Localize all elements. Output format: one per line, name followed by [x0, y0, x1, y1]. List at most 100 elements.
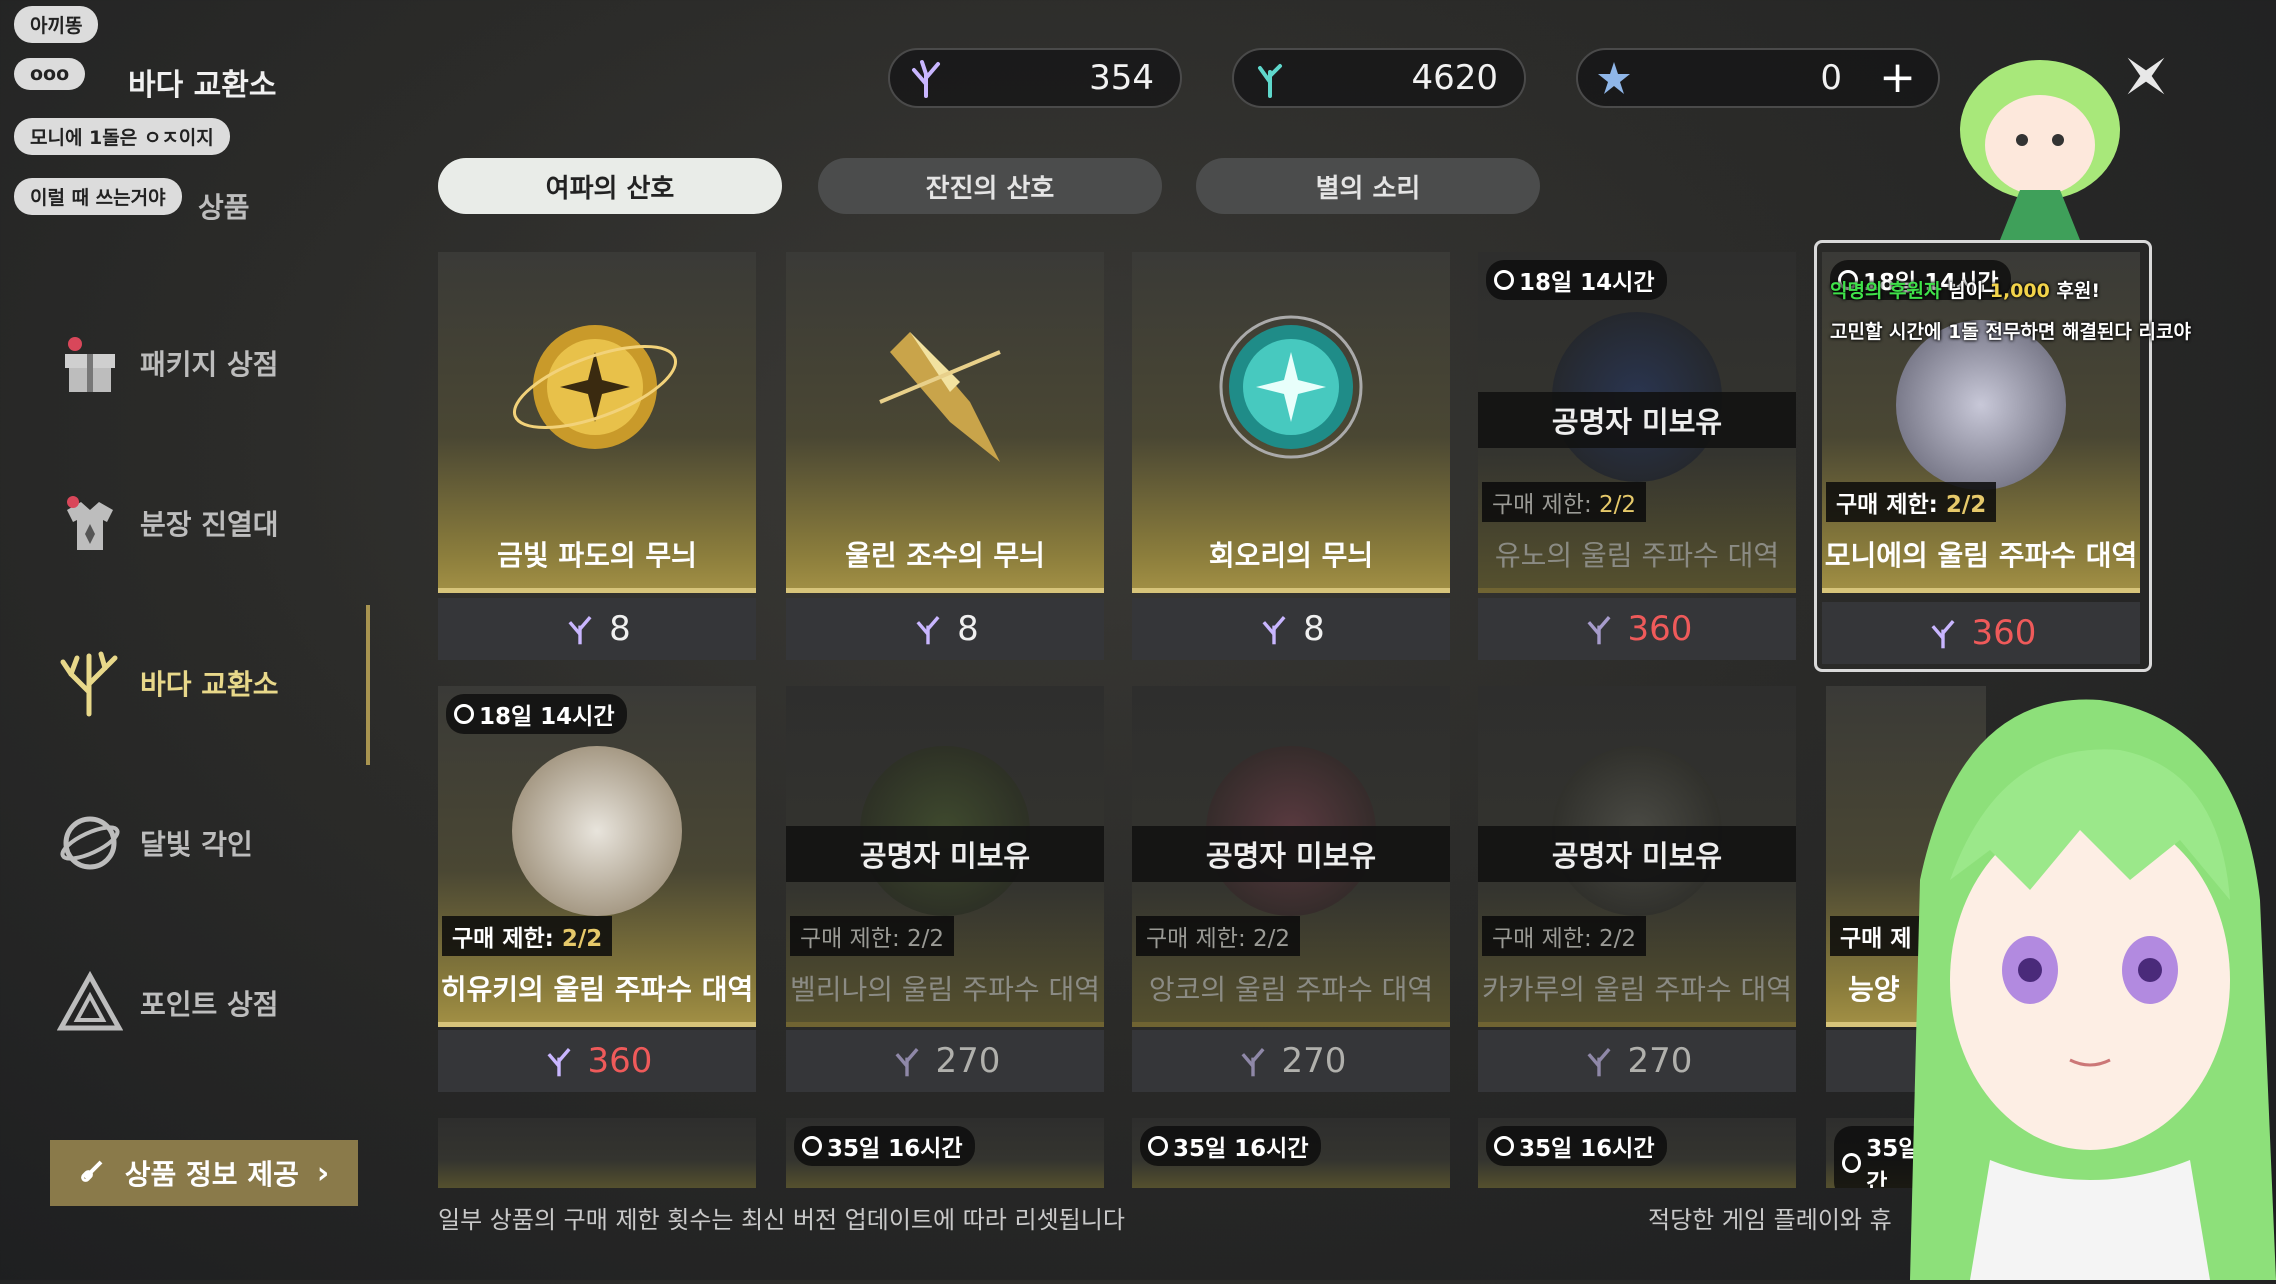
shop-item-card[interactable] — [438, 1118, 756, 1188]
clock-icon — [1148, 1136, 1168, 1156]
currency-value: 4620 — [1411, 58, 1498, 98]
triangle-icon — [50, 963, 130, 1043]
active-indicator — [366, 605, 370, 765]
timer-badge: 35일 16시간 — [1486, 1126, 1667, 1166]
clock-icon — [1842, 1153, 1862, 1173]
dagger-icon — [879, 332, 1001, 462]
shop-item-card[interactable]: 18일 14시간 공명자 미보유 구매 제한: 2/2 유노의 울림 주파수 대… — [1478, 252, 1796, 593]
coral-currency-icon — [568, 615, 592, 645]
timer-badge: 18일 14시간 — [1486, 260, 1667, 300]
donation-alert: 익명의 후원자 님이 1,000 후원! 고민할 시간에 1돌 전무하면 해결된… — [1830, 280, 2191, 343]
purchase-limit: 구매 제한: 2/2 — [1482, 482, 1647, 522]
currency-value: 0 — [1820, 58, 1842, 98]
clock-icon — [1494, 1136, 1514, 1156]
item-name: 앙코의 울림 주파수 대역 — [1148, 973, 1434, 1006]
product-info-label: 상품 정보 제공 — [124, 1158, 299, 1191]
vtuber-avatar — [1880, 680, 2276, 1280]
sidebar-item-label: 분장 진열대 — [140, 508, 279, 541]
price-tag: 360 — [1478, 598, 1796, 660]
coral-currency-icon — [547, 1047, 571, 1077]
timer-badge: 35일 16시간 — [794, 1126, 975, 1166]
sidebar-item-point-shop[interactable]: 포인트 상점 — [50, 958, 350, 1048]
coral-currency-icon — [916, 615, 940, 645]
shop-item-card[interactable]: 공명자 미보유 구매 제한: 2/2 카카루의 울림 주파수 대역 — [1478, 686, 1796, 1027]
outfit-icon — [50, 483, 130, 563]
currency-value: 354 — [1089, 58, 1154, 98]
shop-item-card[interactable]: 35일 16시간 — [1478, 1118, 1796, 1188]
not-owned-banner: 공명자 미보유 — [1478, 826, 1796, 882]
chat-bubble: ooo — [14, 58, 86, 90]
chibi-avatar — [1940, 40, 2140, 250]
timer-badge: 18일 14시간 — [446, 694, 627, 734]
price-tag: 8 — [786, 598, 1104, 660]
currency-teal-coral: 4620 — [1232, 48, 1526, 108]
star-currency-icon — [1594, 58, 1634, 102]
price-tag: 270 — [1478, 1030, 1796, 1092]
coral-currency-icon — [1262, 615, 1286, 645]
add-currency-button[interactable]: + — [1879, 52, 1916, 103]
sidebar-item-outfit[interactable]: 분장 진열대 — [50, 478, 350, 568]
price-tag: 360 — [1822, 602, 2140, 664]
price-tag: 8 — [438, 598, 756, 660]
page-title: 바다 교환소 — [128, 68, 277, 103]
moon-icon — [50, 803, 130, 883]
gift-icon — [50, 323, 130, 403]
chat-bubble: 아끼똥 — [14, 6, 99, 43]
gold-orb-icon — [512, 325, 678, 449]
chat-bubble: 이럴 때 쓰는거야 — [14, 178, 182, 215]
currency-coral: 354 — [888, 48, 1182, 108]
purchase-limit: 구매 제한: 2/2 — [790, 916, 955, 956]
shop-item-card[interactable]: 18일 14시간 구매 제한: 2/2 히유키의 울림 주파수 대역 — [438, 686, 756, 1027]
shop-item-card[interactable]: 회오리의 무늬 — [1132, 252, 1450, 593]
shop-item-card[interactable]: 금빛 파도의 무늬 — [438, 252, 756, 593]
character-portrait — [512, 746, 682, 916]
clock-icon — [802, 1136, 822, 1156]
chevron-right-icon: › — [316, 1155, 330, 1191]
tab-star-sound[interactable]: 별의 소리 — [1196, 158, 1540, 214]
price-tag: 360 — [438, 1030, 756, 1092]
not-owned-banner: 공명자 미보유 — [1478, 392, 1796, 448]
coral-currency-icon — [906, 58, 946, 102]
coral-currency-icon — [1241, 1047, 1265, 1077]
price-tag: 270 — [786, 1030, 1104, 1092]
item-name: 히유키의 울림 주파수 대역 — [440, 973, 754, 1006]
link-icon — [79, 1156, 107, 1191]
item-name: 울린 조수의 무늬 — [845, 539, 1045, 572]
chat-bubble: 모니에 1돌은 ㅇㅈ이지 — [14, 118, 230, 155]
price-tag: 8 — [1132, 598, 1450, 660]
coral-currency-icon — [895, 1047, 919, 1077]
sidebar-item-package[interactable]: 패키지 상점 — [50, 318, 350, 408]
tab-residual-coral[interactable]: 잔진의 산호 — [818, 158, 1162, 214]
sidebar-item-label: 바다 교환소 — [140, 668, 279, 701]
product-info-button[interactable]: 상품 정보 제공 › — [50, 1140, 358, 1206]
shop-item-card[interactable]: 공명자 미보유 구매 제한: 2/2 벨리나의 울림 주파수 대역 — [786, 686, 1104, 1027]
teal-orb-icon — [1219, 315, 1363, 459]
item-name: 카카루의 울림 주파수 대역 — [1481, 973, 1793, 1006]
currency-star: 0 + — [1576, 48, 1940, 108]
shop-item-card[interactable]: 35일 16시간 — [1132, 1118, 1450, 1188]
shop-item-card[interactable]: 35일 16시간 — [786, 1118, 1104, 1188]
sidebar-item-label: 달빛 각인 — [140, 828, 253, 861]
price-tag: 270 — [1132, 1030, 1450, 1092]
purchase-limit: 구매 제한: 2/2 — [442, 916, 613, 956]
purchase-limit: 구매 제한: 2/2 — [1482, 916, 1647, 956]
purchase-limit: 구매 제한: 2/2 — [1136, 916, 1301, 956]
coral-icon — [50, 643, 130, 723]
clock-icon — [1494, 270, 1514, 290]
coral-currency-icon — [1931, 619, 1955, 649]
reset-notice: 일부 상품의 구매 제한 횟수는 최신 버전 업데이트에 따라 리셋됩니다 — [438, 1206, 1125, 1234]
sidebar-item-label: 포인트 상점 — [140, 988, 279, 1021]
item-name: 벨리나의 울림 주파수 대역 — [789, 973, 1101, 1006]
coral-currency-icon — [1587, 1047, 1611, 1077]
shop-item-card[interactable]: 울린 조수의 무늬 — [786, 252, 1104, 593]
sidebar-item-label: 패키지 상점 — [140, 348, 279, 381]
not-owned-banner: 공명자 미보유 — [1132, 826, 1450, 882]
not-owned-banner: 공명자 미보유 — [786, 826, 1104, 882]
shop-item-card[interactable]: 공명자 미보유 구매 제한: 2/2 앙코의 울림 주파수 대역 — [1132, 686, 1450, 1027]
item-name: 유노의 울림 주파수 대역 — [1494, 539, 1780, 572]
item-name: 금빛 파도의 무늬 — [497, 539, 697, 572]
tab-aftershock-coral[interactable]: 여파의 산호 — [438, 158, 782, 214]
sidebar-item-sea-exchange[interactable]: 바다 교환소 — [50, 638, 350, 728]
sidebar-item-moonlight[interactable]: 달빛 각인 — [50, 798, 350, 888]
timer-badge: 35일 16시간 — [1140, 1126, 1321, 1166]
